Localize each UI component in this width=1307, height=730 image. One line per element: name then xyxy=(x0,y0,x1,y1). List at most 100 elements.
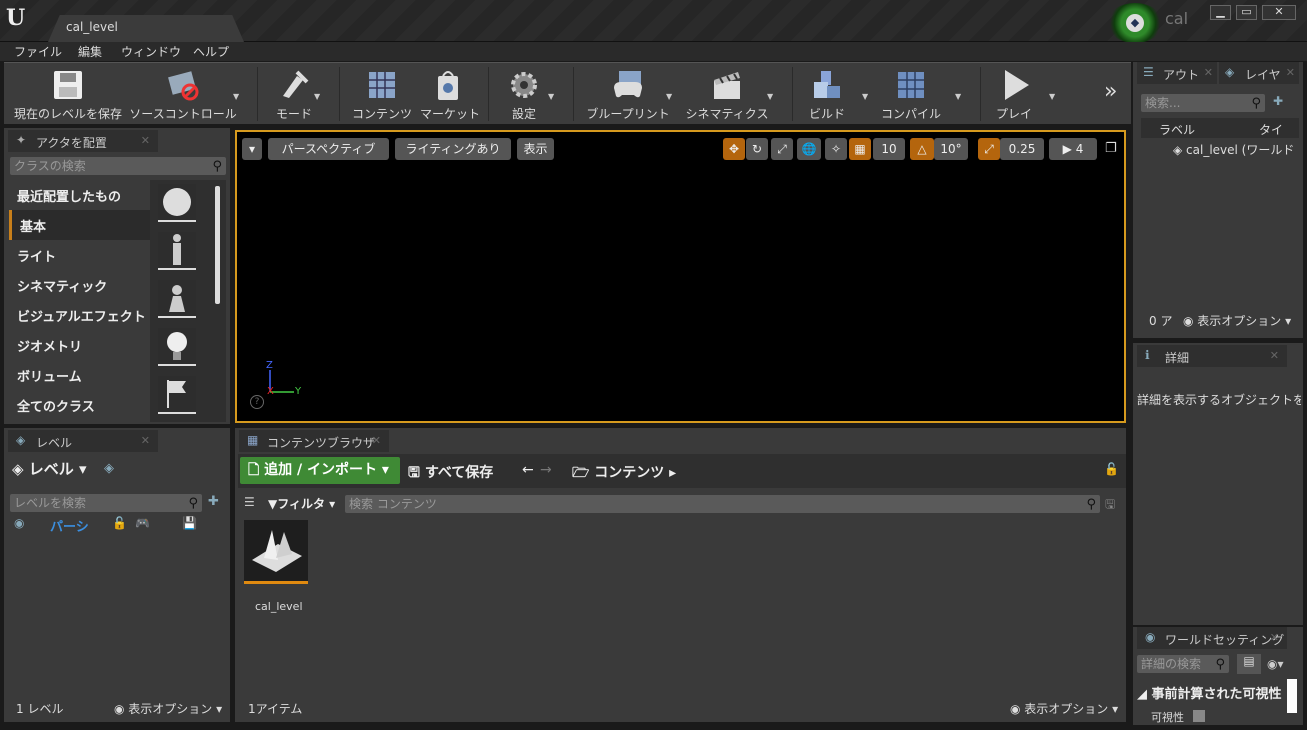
help-icon[interactable]: ? xyxy=(250,395,264,409)
menu-help[interactable]: ヘルプ xyxy=(193,43,229,60)
close-icon[interactable]: ✕ xyxy=(1286,66,1295,79)
grid-snap-value[interactable]: 10 xyxy=(873,138,905,160)
sources-toggle-icon[interactable]: ☰ xyxy=(244,495,255,509)
lighting-mode-button[interactable]: ライティングあり xyxy=(395,138,511,160)
back-arrow-icon[interactable]: ← xyxy=(522,462,534,478)
save-level-icon[interactable]: 💾 xyxy=(182,516,197,530)
character-actor-icon[interactable] xyxy=(158,232,196,270)
grid-snap-icon[interactable]: ▦ xyxy=(849,138,871,160)
levels-tab[interactable]: ◈ レベル ✕ xyxy=(8,430,158,452)
cinematics-dropdown-icon[interactable]: ▼ xyxy=(767,92,773,101)
add-level-icon[interactable]: ✚ xyxy=(208,494,219,509)
level-viewport[interactable] xyxy=(235,130,1126,423)
label-column-header[interactable]: ラベル xyxy=(1159,121,1195,138)
build-button[interactable]: ビルド xyxy=(802,66,852,124)
light-bulb-icon[interactable] xyxy=(158,328,196,366)
property-matrix-icon[interactable]: ▤ xyxy=(1237,654,1261,674)
actor-list-scrollbar[interactable] xyxy=(215,186,220,304)
world-settings-tab[interactable]: ◉ ワールドセッティング ✕ xyxy=(1137,627,1287,649)
close-icon[interactable]: ✕ xyxy=(1270,349,1279,362)
camera-speed-button[interactable]: ▶ 4 xyxy=(1049,138,1097,160)
details-tab[interactable]: ℹ 詳細 ✕ xyxy=(1137,345,1287,367)
minimize-button[interactable]: ▁ xyxy=(1210,5,1231,20)
translate-mode-icon[interactable]: ✥ xyxy=(723,138,745,160)
blueprints-dropdown-icon[interactable]: ▼ xyxy=(666,92,672,101)
category-cinematic[interactable]: シネマティック xyxy=(9,270,152,300)
close-button[interactable]: ✕ xyxy=(1262,5,1296,20)
details-search-input[interactable]: 詳細の検索 ⚲ xyxy=(1137,655,1229,673)
close-icon[interactable]: ✕ xyxy=(1204,66,1213,79)
close-icon[interactable]: ✕ xyxy=(1270,631,1279,644)
world-local-icon[interactable]: 🌐 xyxy=(797,138,821,160)
menu-edit[interactable]: 編集 xyxy=(78,43,102,60)
visibility-eye-icon[interactable]: ◉ xyxy=(14,516,24,530)
rotation-snap-value[interactable]: 10° xyxy=(934,138,968,160)
toolbar-overflow-icon[interactable]: » xyxy=(1104,79,1117,104)
content-button[interactable]: コンテンツ xyxy=(350,66,414,124)
layers-tab[interactable]: ◈ レイヤ ✕ xyxy=(1219,62,1299,84)
source-control-button[interactable]: ソースコントロール xyxy=(128,66,238,124)
content-view-options[interactable]: ◉ 表示オプション ▾ xyxy=(1010,700,1118,717)
level-search-input[interactable]: レベルを検索 ⚲ xyxy=(10,494,202,512)
persistent-level-label[interactable]: パーシ xyxy=(50,516,89,535)
scale-snap-icon[interactable]: ⤢ xyxy=(978,138,1000,160)
levels-dropdown[interactable]: ◈ レベル ▾ xyxy=(12,458,87,479)
category-volumes[interactable]: ボリューム xyxy=(9,360,152,390)
scale-mode-icon[interactable]: ⤢ xyxy=(771,138,793,160)
play-dropdown-icon[interactable]: ▼ xyxy=(1049,92,1055,101)
pawn-actor-icon[interactable] xyxy=(158,280,196,318)
category-geometry[interactable]: ジオメトリ xyxy=(9,330,152,360)
sphere-actor-icon[interactable] xyxy=(158,184,196,222)
maximize-viewport-icon[interactable]: ❐ xyxy=(1105,141,1117,156)
menu-window[interactable]: ウィンドウ xyxy=(121,43,181,60)
save-search-icon[interactable]: 🖫 xyxy=(1105,495,1115,516)
forward-arrow-icon[interactable]: → xyxy=(540,462,552,478)
outliner-search-input[interactable]: 検索... ⚲ xyxy=(1141,94,1265,112)
rotation-snap-icon[interactable]: △ xyxy=(910,138,934,160)
precomputed-visibility-section[interactable]: ◢ 事前計算された可視性 xyxy=(1137,683,1282,702)
category-all-classes[interactable]: 全てのクラス xyxy=(9,390,152,420)
category-visual-effects[interactable]: ビジュアルエフェクト xyxy=(9,300,152,330)
modes-dropdown-icon[interactable]: ▼ xyxy=(314,92,320,101)
place-actors-tab[interactable]: ✦ アクタを配置 ✕ xyxy=(8,130,158,152)
cinematics-button[interactable]: シネマティクス xyxy=(684,66,770,124)
category-recent[interactable]: 最近配置したもの xyxy=(9,180,152,210)
outliner-tab[interactable]: ☰ アウト ✕ xyxy=(1137,62,1217,84)
levels-details-icon[interactable]: ◈ xyxy=(104,461,114,476)
source-control-dropdown-icon[interactable]: ▼ xyxy=(233,92,239,101)
world-settings-scrollbar[interactable] xyxy=(1287,679,1297,713)
asset-name[interactable]: cal_level xyxy=(255,600,303,613)
compile-button[interactable]: コンパイル xyxy=(878,66,944,124)
filter-button[interactable]: ▼フィルタ ▾ xyxy=(268,495,335,512)
lock-icon[interactable]: 🔓 xyxy=(112,516,127,530)
save-all-button[interactable]: 🖫 すべて保存 xyxy=(408,462,493,486)
blueprints-button[interactable]: ブループリント xyxy=(584,66,672,124)
add-actor-icon[interactable]: ✚ xyxy=(1273,94,1283,108)
outliner-view-options[interactable]: ◉ 表示オプション ▾ xyxy=(1183,312,1291,329)
lock-icon[interactable]: 🔓 xyxy=(1104,462,1119,476)
build-dropdown-icon[interactable]: ▼ xyxy=(862,92,868,101)
type-column-header[interactable]: タイ xyxy=(1259,121,1283,138)
compile-dropdown-icon[interactable]: ▼ xyxy=(955,92,961,101)
viewport-options-button[interactable]: ▾ xyxy=(242,138,262,160)
user-avatar[interactable]: ◆ xyxy=(1107,3,1163,43)
category-basic[interactable]: 基本 xyxy=(9,210,152,240)
show-button[interactable]: 表示 xyxy=(517,138,554,160)
perspective-button[interactable]: パースペクティブ xyxy=(268,138,389,160)
add-import-button[interactable]: 🗋 追加 / インポート ▾ xyxy=(240,457,400,484)
close-icon[interactable]: ✕ xyxy=(372,434,381,447)
class-search-input[interactable]: クラスの検索 ⚲ xyxy=(10,157,226,175)
settings-dropdown-icon[interactable]: ▼ xyxy=(548,92,554,101)
marketplace-button[interactable]: マーケット xyxy=(420,66,480,124)
surface-snap-icon[interactable]: ✧ xyxy=(825,138,847,160)
content-search-input[interactable]: 検索 コンテンツ ⚲ xyxy=(345,495,1100,513)
outliner-row[interactable]: ◈ cal_level (ワールド xyxy=(1173,141,1299,158)
menu-file[interactable]: ファイル xyxy=(14,43,62,60)
visibility-options-icon[interactable]: ◉▾ xyxy=(1267,657,1284,671)
player-start-flag-icon[interactable] xyxy=(158,376,196,414)
content-browser-tab[interactable]: ▦ コンテンツブラウザ ✕ xyxy=(239,430,389,452)
path-breadcrumb[interactable]: 🗁 コンテンツ ▸ xyxy=(572,462,676,486)
play-button[interactable]: プレイ xyxy=(988,66,1040,124)
settings-button[interactable]: 設定 xyxy=(500,66,548,124)
maximize-button[interactable]: ▭ xyxy=(1236,5,1257,20)
